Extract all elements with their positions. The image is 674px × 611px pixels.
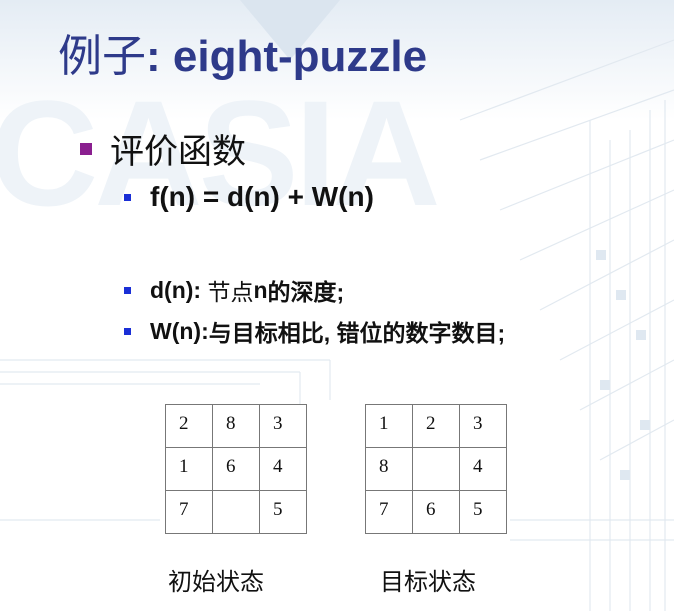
grid-cell [412,447,460,491]
title-en: : eight-puzzle [146,32,428,81]
bullet-d-definition: d(n): 节点 n 的深度; [124,273,344,307]
goal-state-caption: 目标状态 [380,569,476,596]
grid-row: 7 6 5 [365,490,507,534]
d-n: n [253,276,268,303]
grid-cell: 3 [259,404,307,448]
grid-cell: 2 [412,404,460,448]
grid-cell: 5 [459,490,507,534]
slide-title: 例子: eight-puzzle [58,20,427,84]
grid-cell: 8 [212,404,260,448]
grid-cell: 5 [259,490,307,534]
bullet-w-definition: W(n): 与目标相比, 错位的数字数目; [124,314,505,348]
grid-cell: 2 [165,404,213,448]
initial-state-caption: 初始状态 [168,569,264,596]
grid-cell [212,490,260,534]
bullet-evaluation-function: 评价函数 [80,124,246,173]
square-bullet-icon [80,142,92,155]
grid-cell: 6 [412,490,460,534]
grid-cell: 8 [365,447,413,491]
d-term: d(n): [150,276,202,303]
square-bullet-icon [124,193,131,201]
grid-cell: 4 [259,447,307,491]
grid-row: 8 4 [365,447,507,491]
grid-cell: 1 [365,404,413,448]
grid-row: 7 5 [165,490,307,534]
title-cjk: 例子 [58,32,146,81]
w-desc: 与目标相比, 错位的数字数目; [208,320,506,346]
square-bullet-icon [124,286,131,294]
grid-row: 2 8 3 [165,404,307,448]
d-desc-2: 的深度; [267,279,345,305]
bullet-formula: f(n) = d(n) + W(n) [124,181,374,213]
grid-row: 1 6 4 [165,447,307,491]
formula-text: f(n) = d(n) + W(n) [150,181,374,212]
grid-cell: 7 [365,490,413,534]
grid-cell: 3 [459,404,507,448]
d-desc: 节点 [201,279,254,305]
bullet-label: 评价函数 [110,133,246,171]
initial-state-grid: 2 8 3 1 6 4 7 5 [165,404,307,534]
grid-cell: 4 [459,447,507,491]
grid-cell: 6 [212,447,260,491]
grid-cell: 7 [165,490,213,534]
goal-state-grid: 1 2 3 8 4 7 6 5 [365,404,507,534]
grid-row: 1 2 3 [365,404,507,448]
w-term: W(n): [150,317,209,344]
square-bullet-icon [124,327,131,335]
grid-cell: 1 [165,447,213,491]
